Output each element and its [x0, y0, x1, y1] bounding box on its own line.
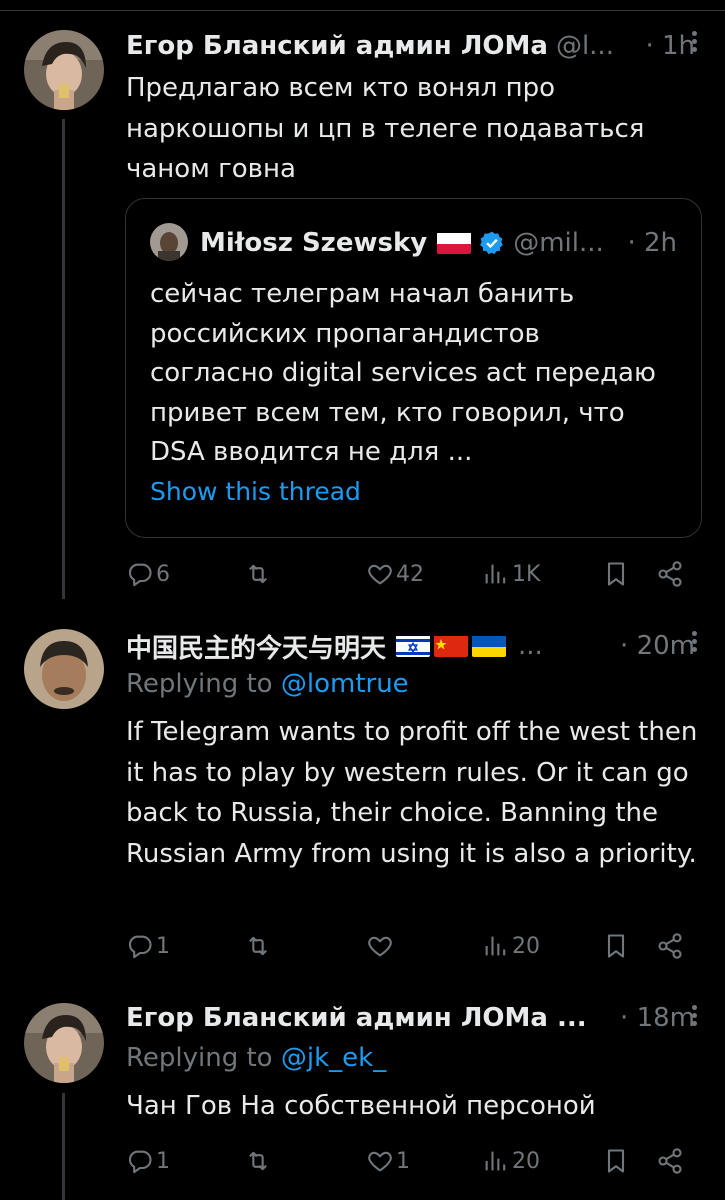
views-count: 20	[512, 1148, 540, 1174]
avatar[interactable]	[24, 629, 104, 709]
quote-author-name: Miłosz Szewsky	[200, 228, 428, 258]
retweet-icon	[249, 564, 267, 584]
share-icon	[658, 933, 682, 959]
tweet-3[interactable]: Егор Бланский админ ЛОМа ... · 18m Reply…	[0, 998, 725, 1200]
replying-mention[interactable]: @jk_ek_	[281, 1043, 386, 1073]
replying-mention[interactable]: @lomtrue	[281, 669, 409, 699]
retweet-button[interactable]	[244, 554, 272, 594]
reply-count: 1	[156, 1148, 170, 1174]
like-count: 1	[396, 1148, 410, 1174]
author-handle-truncated: ...	[518, 631, 543, 661]
share-button[interactable]	[656, 926, 684, 966]
more-icon[interactable]	[689, 28, 699, 58]
timestamp[interactable]: · 20m	[612, 631, 695, 661]
author-name[interactable]: 中国民主的今天与明天	[126, 628, 386, 665]
share-button[interactable]	[656, 1141, 684, 1181]
china-flag-icon	[434, 635, 469, 657]
tweet-text: If Telegram wants to profit off the west…	[126, 717, 698, 869]
flag-group	[396, 635, 507, 657]
timestamp[interactable]: · 1h	[637, 31, 695, 61]
like-icon	[368, 936, 392, 957]
bookmark-button[interactable]	[602, 554, 630, 594]
author-name[interactable]: Егор Бланский админ ЛОМа ...	[126, 1003, 587, 1033]
replying-to: Replying to @jk_ek_	[126, 1043, 386, 1073]
like-icon	[368, 564, 392, 585]
like-button[interactable]: 1	[366, 1141, 410, 1181]
quote-avatar	[150, 223, 188, 261]
timestamp[interactable]: · 18m	[612, 1003, 695, 1033]
top-divider	[0, 10, 725, 11]
reply-button[interactable]: 6	[126, 554, 170, 594]
share-button[interactable]	[656, 554, 684, 594]
like-button[interactable]	[366, 926, 394, 966]
views-count: 1K	[512, 561, 541, 587]
tweet-2[interactable]: 中国民主的今天与明天 ... · 20m Replying to @lomtru…	[0, 624, 725, 964]
tweet-header: Егор Бланский админ ЛОМа ... · 18m	[126, 998, 695, 1038]
avatar[interactable]	[24, 30, 104, 110]
share-icon	[658, 1148, 682, 1174]
views-button[interactable]: 20	[482, 1141, 540, 1181]
replying-label: Replying to	[126, 669, 273, 699]
tweet-header: Егор Бланский админ ЛОМа @l... · 1h	[126, 26, 695, 66]
quote-author-handle: @mil...	[513, 228, 604, 258]
bookmark-icon	[607, 934, 625, 958]
views-button[interactable]: 1K	[482, 554, 540, 594]
reply-button[interactable]: 1	[126, 1141, 170, 1181]
thread-connector	[62, 119, 65, 599]
reply-icon	[128, 935, 152, 959]
views-count: 20	[512, 933, 540, 959]
quoted-tweet[interactable]: Miłosz Szewsky @mil... · 2h сейчас телег…	[125, 198, 702, 538]
tweet-text: Предлагаю всем кто вонял про наркошопы и…	[126, 73, 645, 184]
bookmark-icon	[607, 562, 625, 586]
tweet-1[interactable]: Егор Бланский админ ЛОМа @l... · 1h Пред…	[0, 24, 725, 599]
views-icon	[485, 936, 506, 956]
retweet-icon	[249, 936, 267, 956]
reply-count: 1	[156, 933, 170, 959]
views-icon	[485, 564, 506, 584]
replying-to: Replying to @lomtrue	[126, 669, 409, 699]
more-icon[interactable]	[689, 628, 699, 658]
quote-text: сейчас телеграм начал банить российских …	[150, 279, 656, 467]
verified-badge-icon	[479, 230, 505, 256]
tweet-actions: 1 20	[126, 926, 687, 966]
bookmark-icon	[607, 1149, 625, 1173]
tweet-text: Чан Гов На собственной персоной	[126, 1091, 596, 1121]
tweet-actions: 1 1 20	[126, 1141, 687, 1181]
ukraine-flag-icon	[472, 635, 507, 657]
thread-connector	[62, 1093, 65, 1200]
reply-icon	[128, 1150, 152, 1174]
like-button[interactable]: 42	[366, 554, 424, 594]
like-count: 42	[396, 561, 424, 587]
avatar[interactable]	[24, 1003, 104, 1083]
retweet-icon	[249, 1151, 267, 1171]
quote-timestamp: · 2h	[627, 228, 677, 258]
show-thread-link[interactable]: Show this thread	[150, 477, 361, 506]
retweet-button[interactable]	[244, 1141, 272, 1181]
israel-flag-icon	[396, 635, 431, 657]
author-handle[interactable]: @l...	[556, 31, 614, 61]
poland-flag-icon	[437, 232, 472, 254]
more-icon[interactable]	[689, 1002, 699, 1032]
tweet-header: 中国民主的今天与明天 ... · 20m	[126, 626, 695, 666]
reply-count: 6	[156, 561, 170, 587]
share-icon	[658, 561, 682, 587]
reply-icon	[128, 563, 152, 587]
views-button[interactable]: 20	[482, 926, 540, 966]
views-icon	[485, 1151, 506, 1171]
tweet-actions: 6 42 1K	[126, 554, 687, 594]
bookmark-button[interactable]	[602, 926, 630, 966]
like-icon	[368, 1151, 392, 1172]
bookmark-button[interactable]	[602, 1141, 630, 1181]
author-name[interactable]: Егор Бланский админ ЛОМа	[126, 31, 548, 61]
retweet-button[interactable]	[244, 926, 272, 966]
replying-label: Replying to	[126, 1043, 273, 1073]
quote-header: Miłosz Szewsky @mil... · 2h	[200, 225, 677, 261]
reply-button[interactable]: 1	[126, 926, 170, 966]
